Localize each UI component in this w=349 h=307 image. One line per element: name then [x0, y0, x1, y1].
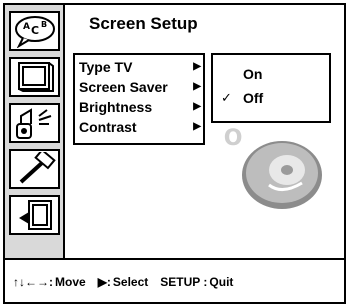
- menu-item-label: Contrast: [79, 119, 137, 135]
- arrow-right-icon: ▶: [193, 121, 201, 132]
- move-hint: Move: [55, 275, 86, 289]
- door-exit-icon: [18, 200, 52, 230]
- checkmark-icon: ✓: [221, 90, 232, 105]
- svg-text:C: C: [31, 24, 39, 37]
- quit-hint: Quit: [209, 275, 234, 289]
- arrow-right-icon: ▶: [193, 101, 201, 112]
- setup-key-label: SETUP :: [160, 275, 208, 289]
- hammer-icon: [19, 152, 56, 184]
- footer-divider: [5, 258, 344, 260]
- speaker-icon: [15, 108, 51, 139]
- svg-text:A: A: [23, 22, 30, 32]
- select-key-icon: ▶:: [97, 275, 111, 289]
- arrow-right-icon: ▶: [193, 81, 201, 92]
- speech-bubble-icon: A C B: [14, 16, 55, 48]
- tv-osd-screen: A C B Screen Setup O Type TV ▶ Screen Sa…: [0, 0, 349, 307]
- option-panel: On ✓ Off: [211, 53, 331, 123]
- option-label: On: [243, 66, 263, 82]
- tools-icon[interactable]: [9, 149, 60, 189]
- arrow-keys-icon: ↑↓←→:: [13, 275, 53, 289]
- page-title: Screen Setup: [89, 14, 198, 33]
- screen-icon[interactable]: [9, 57, 60, 97]
- menu-item-screen-saver[interactable]: Screen Saver ▶: [77, 77, 201, 97]
- main-panel: Screen Setup ID E O Type TV ▶ Screen Sav…: [67, 5, 344, 258]
- key-hint-bar: ↑↓←→: Move ▶: Select SETUP : Quit: [5, 262, 344, 302]
- submenu-list: Type TV ▶ Screen Saver ▶ Brightness ▶ Co…: [73, 53, 205, 145]
- menu-item-label: Brightness: [79, 99, 153, 115]
- option-label: Off: [243, 90, 264, 106]
- sound-icon[interactable]: [9, 103, 60, 143]
- menu-item-label: Screen Saver: [79, 79, 168, 95]
- exit-icon[interactable]: [9, 195, 60, 235]
- menu-item-brightness[interactable]: Brightness ▶: [77, 97, 201, 117]
- monitor-icon: [17, 62, 54, 92]
- option-on[interactable]: On: [213, 63, 329, 85]
- menu-item-label: Type TV: [79, 59, 133, 75]
- select-hint: Select: [112, 275, 149, 289]
- menu-item-contrast[interactable]: Contrast ▶: [77, 117, 201, 137]
- arrow-right-icon: ▶: [193, 61, 201, 72]
- option-off[interactable]: ✓ Off: [213, 87, 329, 109]
- menu-item-type-tv[interactable]: Type TV ▶: [77, 57, 201, 77]
- svg-text:B: B: [41, 20, 47, 29]
- language-icon[interactable]: A C B: [9, 11, 60, 51]
- category-sidebar: A C B: [5, 5, 65, 258]
